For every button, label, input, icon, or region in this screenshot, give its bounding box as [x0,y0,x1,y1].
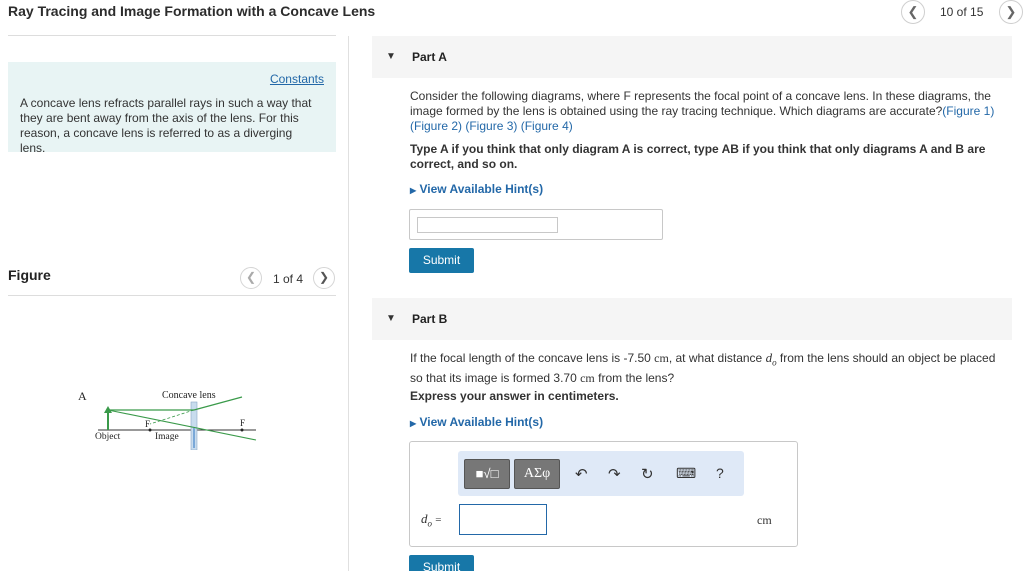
part-b-question: If the focal length of the concave lens … [410,350,1010,386]
part-a-header[interactable]: ▼ Part A [372,36,1012,78]
figure-divider [8,295,336,296]
part-a-answer-area [409,209,663,240]
answer-variable-subscript: o [427,518,433,529]
distance-variable-subscript: o [772,357,777,368]
part-b-submit-button[interactable]: Submit [409,555,474,571]
part-b-instruction: Express your answer in centimeters. [410,389,619,403]
ray-back-extension [149,409,195,425]
distance-variable: do [766,350,777,368]
reset-icon[interactable]: ↻ [641,465,654,483]
expand-triangle-icon: ▶ [410,186,417,195]
part-b-question-1: If the focal length of the concave lens … [410,351,651,365]
figure-2-link[interactable]: (Figure 2) [410,119,462,133]
part-a-instruction: Type A if you think that only diagram A … [410,142,986,171]
equals-sign: = [435,514,442,526]
part-b-question-2: , at what distance [668,351,763,365]
figure-3-link[interactable]: (Figure 3) [465,119,517,133]
focal-label-right: F [240,418,245,428]
diagram-letter: A [78,389,87,403]
part-b-hint-label: View Available Hint(s) [419,415,544,429]
part-b-title: Part B [412,312,448,326]
part-a-answer-input[interactable] [417,217,558,233]
expand-triangle-icon: ▶ [410,419,417,428]
focal-point-right [240,428,244,432]
figure-4-link[interactable]: (Figure 4) [521,119,573,133]
part-b-answer-input[interactable] [459,504,547,535]
undo-icon[interactable]: ↶ [575,465,588,483]
image-label: Image [155,432,179,442]
part-a-title: Part A [412,50,447,64]
part-b-header[interactable]: ▼ Part B [372,298,1012,340]
answer-variable-label: do = [421,511,441,529]
part-a-hint-link[interactable]: ▶ View Available Hint(s) [410,182,543,196]
part-b-hint-link[interactable]: ▶ View Available Hint(s) [410,415,543,429]
keyboard-icon[interactable]: ⌨ [676,465,696,482]
figure-heading: Figure [8,267,51,283]
previous-item-button[interactable]: ❮ [901,0,925,24]
part-b-question-4: from the lens? [598,370,675,385]
answer-unit-label: cm [757,513,772,527]
left-divider [8,35,336,36]
figure-1-link[interactable]: (Figure 1) [942,104,994,118]
lens-diagram: A Concave lens F F Object Image [78,389,257,450]
chevron-right-icon: ❯ [318,270,330,284]
part-b-unit-1: cm [654,351,669,365]
figure-prev-button[interactable]: ❮ [240,267,262,289]
collapse-triangle-icon: ▼ [386,313,396,324]
panel-divider [348,36,349,571]
lens-label: Concave lens [162,390,216,401]
item-counter: 10 of 15 [940,5,984,19]
template-button[interactable]: ■√□ [464,459,510,489]
figure-counter: 1 of 4 [273,272,304,286]
help-button[interactable]: ? [716,465,724,481]
next-item-button[interactable]: ❯ [999,0,1023,24]
chevron-left-icon: ❮ [907,4,919,19]
top-bar: Ray Tracing and Image Formation with a C… [0,0,1024,24]
constants-link[interactable]: Constants [270,72,324,86]
chevron-left-icon: ❮ [245,270,257,284]
math-toolbar: ■√□ ΑΣφ ↶ ↷ ↻ ⌨ ? [458,451,744,496]
part-b-answer-area: ■√□ ΑΣφ ↶ ↷ ↻ ⌨ ? do = cm [409,441,798,547]
part-a-hint-label: View Available Hint(s) [419,182,544,196]
chevron-right-icon: ❯ [1005,4,1017,19]
focal-label-left: F [145,419,150,429]
intro-panel: Constants A concave lens refracts parall… [8,62,336,155]
intro-text: A concave lens refracts parallel rays in… [20,96,312,155]
part-a-question: Consider the following diagrams, where F… [410,89,1010,134]
object-label: Object [95,432,121,442]
collapse-triangle-icon: ▼ [386,51,396,62]
figure-next-button[interactable]: ❯ [313,267,335,289]
redo-icon[interactable]: ↷ [608,465,621,483]
page-title: Ray Tracing and Image Formation with a C… [8,3,376,19]
greek-symbols-button[interactable]: ΑΣφ [514,459,560,489]
part-a-question-text: Consider the following diagrams, where F… [410,89,991,118]
ray-center [107,409,257,441]
part-a-submit-button[interactable]: Submit [409,248,474,273]
part-b-unit-2: cm [580,370,595,385]
